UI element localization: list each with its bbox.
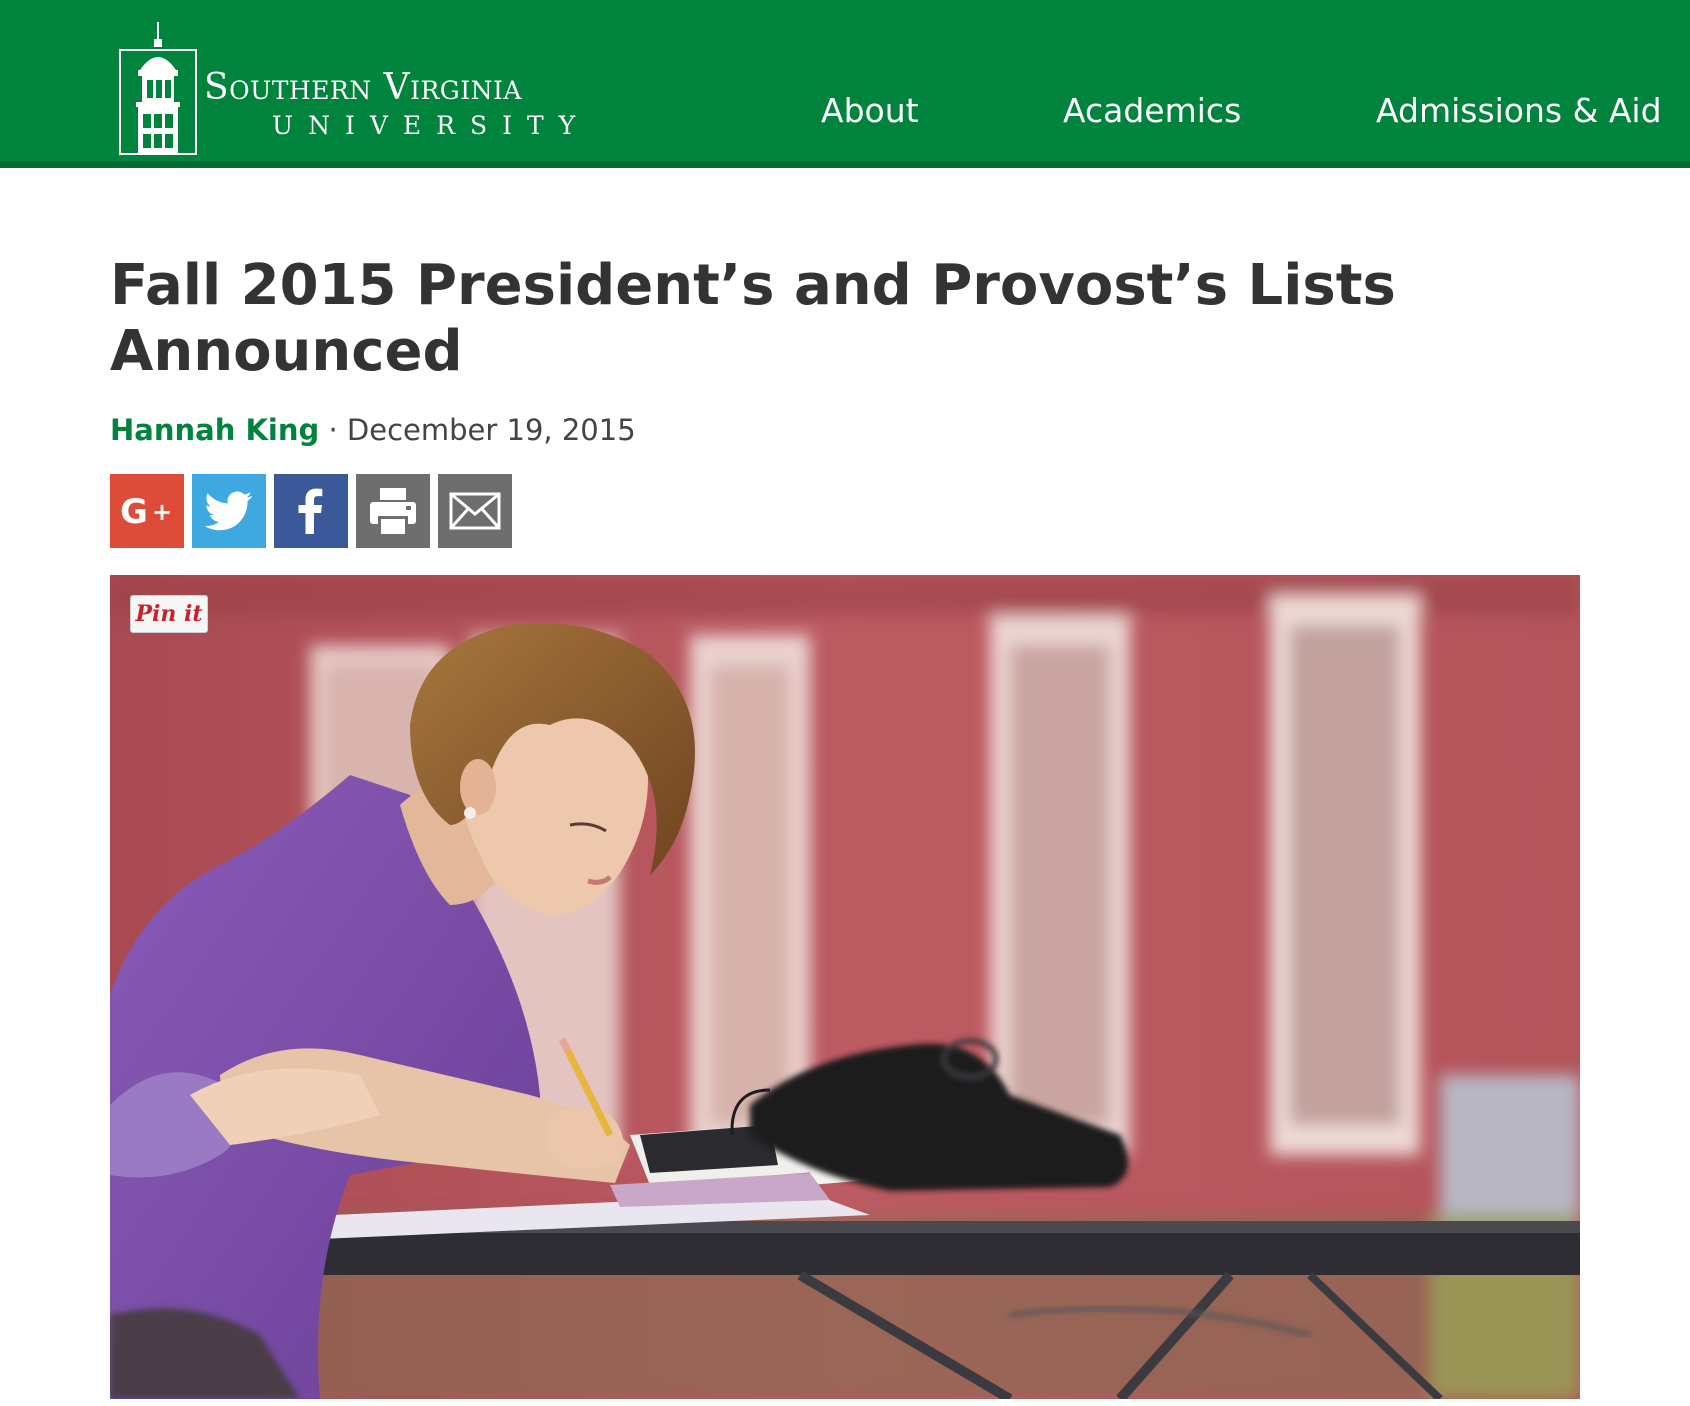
share-facebook-button[interactable] — [274, 474, 348, 548]
print-icon — [356, 474, 430, 548]
share-twitter-button[interactable] — [192, 474, 266, 548]
svg-text:G: G — [120, 492, 148, 532]
pinterest-pin-it-button[interactable]: Pin it — [130, 595, 208, 633]
facebook-icon — [274, 474, 348, 548]
nav-academics[interactable]: Academics — [1063, 91, 1241, 131]
nav-about[interactable]: About — [821, 91, 919, 131]
article-featured-photo: Pin it — [110, 575, 1580, 1399]
share-google-plus-button[interactable]: G + — [110, 474, 184, 548]
print-button[interactable] — [356, 474, 430, 548]
google-plus-icon: G + — [110, 474, 184, 548]
logo-wordmark-university: UNIVERSITY — [272, 111, 591, 140]
author-link[interactable]: Hannah King — [110, 413, 319, 447]
article-title: Fall 2015 President’s and Provost’s List… — [110, 253, 1396, 384]
student-studying-photo — [110, 575, 1580, 1399]
site-header: Southern Virginia UNIVERSITY About Acade… — [0, 0, 1690, 168]
logo-wordmark-southern-virginia: Southern Virginia — [204, 67, 522, 108]
svg-text:+: + — [152, 498, 172, 526]
nav-admissions-aid[interactable]: Admissions & Aid — [1376, 91, 1662, 131]
bell-tower-logo-icon — [119, 22, 197, 155]
email-button[interactable] — [438, 474, 512, 548]
byline-separator: · — [319, 413, 347, 447]
article-byline: Hannah King · December 19, 2015 — [110, 410, 636, 450]
twitter-icon — [192, 474, 266, 548]
university-logo[interactable]: Southern Virginia UNIVERSITY — [118, 22, 678, 156]
email-icon — [438, 474, 512, 548]
publish-date: December 19, 2015 — [346, 413, 636, 447]
